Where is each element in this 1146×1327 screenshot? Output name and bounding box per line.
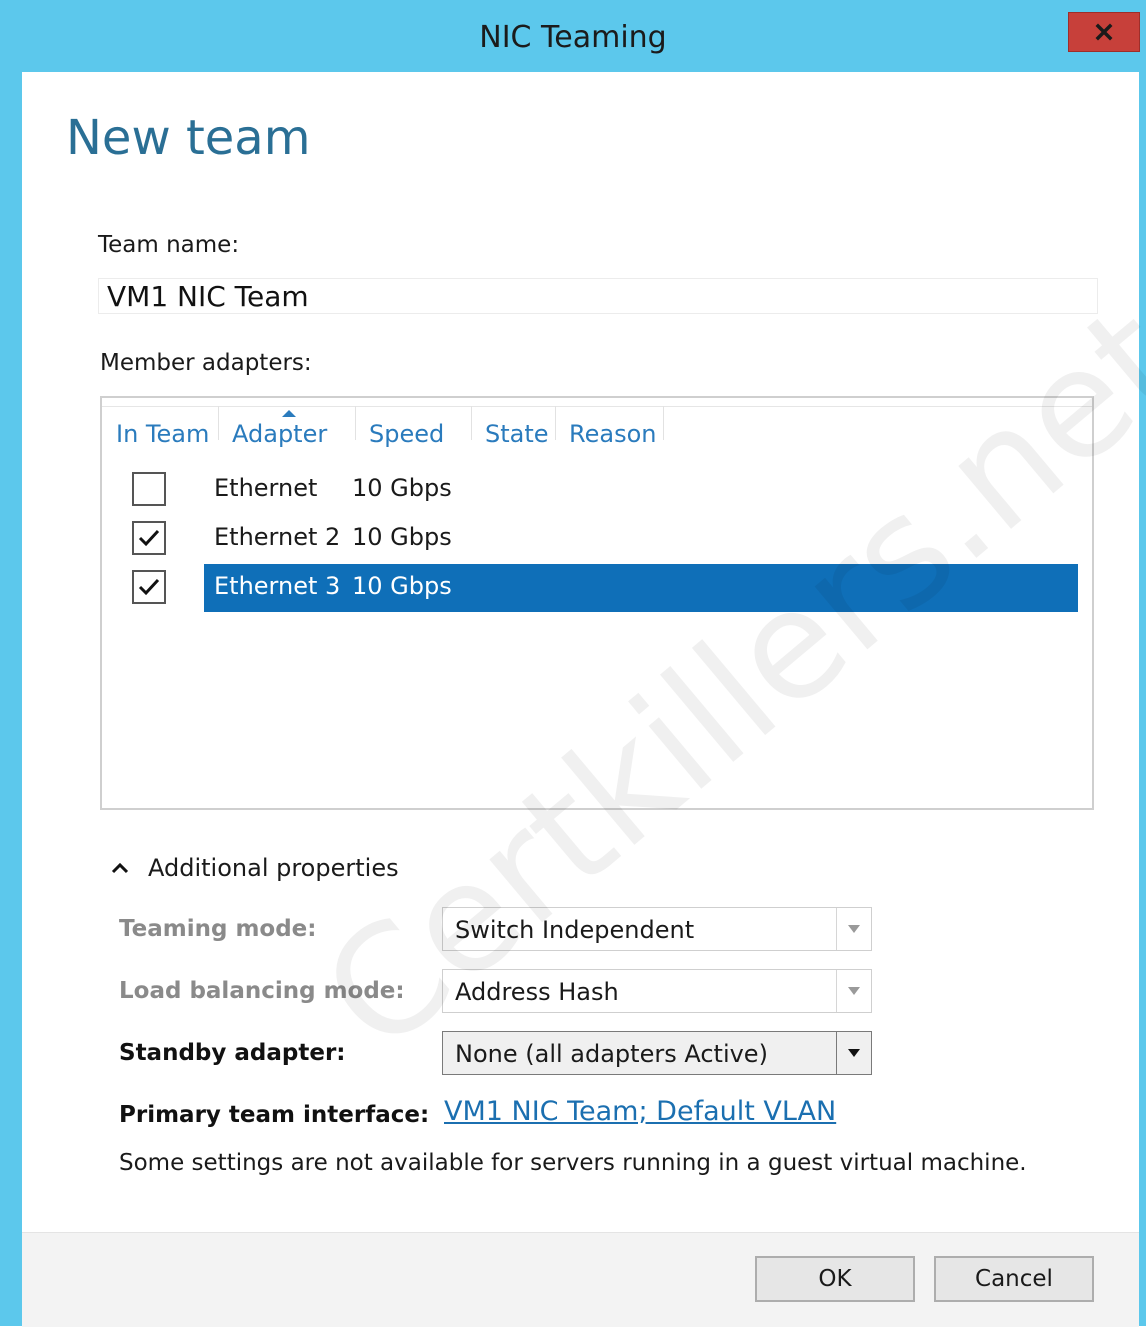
dropdown-arrow[interactable] — [836, 908, 871, 950]
adapter-name: Ethernet 3 — [214, 572, 341, 600]
adapter-name: Ethernet — [214, 474, 318, 502]
close-icon — [1095, 23, 1113, 41]
list-top-border — [102, 398, 1092, 407]
in-team-checkbox[interactable] — [132, 472, 166, 506]
column-header-speed[interactable]: Speed — [369, 420, 444, 448]
additional-properties-toggle[interactable]: Additional properties — [110, 854, 399, 882]
in-team-checkbox[interactable] — [132, 521, 166, 555]
adapter-speed: 10 Gbps — [352, 523, 452, 551]
table-row-selected[interactable]: Ethernet 3 10 Gbps — [102, 564, 1092, 612]
window-title: NIC Teaming — [479, 20, 667, 55]
teaming-mode-select[interactable]: Switch Independent — [442, 907, 872, 951]
dropdown-arrow[interactable] — [836, 1032, 871, 1074]
close-button[interactable] — [1068, 12, 1140, 52]
standby-adapter-label: Standby adapter: — [119, 1040, 346, 1066]
title-bar[interactable]: NIC Teaming — [0, 0, 1146, 72]
primary-team-interface-label: Primary team interface: — [119, 1102, 430, 1128]
column-header-reason[interactable]: Reason — [569, 420, 656, 448]
ok-button[interactable]: OK — [755, 1256, 915, 1302]
team-name-value: VM1 NIC Team — [107, 279, 309, 313]
checkmark-icon — [138, 578, 160, 596]
guest-vm-note: Some settings are not available for serv… — [119, 1150, 1027, 1176]
member-adapters-list[interactable]: In Team Adapter Speed State Reason Ether… — [100, 396, 1094, 810]
teaming-mode-label: Teaming mode: — [119, 916, 317, 942]
team-name-label: Team name: — [98, 232, 240, 258]
table-row[interactable]: Ethernet 10 Gbps — [102, 466, 1092, 512]
column-separator — [355, 406, 356, 440]
chevron-down-icon — [848, 987, 860, 995]
load-balancing-mode-value: Address Hash — [455, 978, 619, 1006]
adapter-speed: 10 Gbps — [352, 474, 452, 502]
adapter-speed: 10 Gbps — [352, 572, 452, 600]
column-header-adapter[interactable]: Adapter — [232, 420, 327, 448]
chevron-down-icon — [848, 1049, 860, 1057]
column-separator — [555, 406, 556, 440]
nic-teaming-window: NIC Teaming New team Team name: VM1 NIC … — [0, 0, 1146, 1327]
column-separator — [218, 406, 219, 440]
standby-adapter-value: None (all adapters Active) — [455, 1040, 768, 1068]
dialog-content: New team Team name: VM1 NIC Team Member … — [22, 72, 1146, 1327]
standby-adapter-select[interactable]: None (all adapters Active) — [442, 1031, 872, 1075]
dropdown-arrow[interactable] — [836, 970, 871, 1012]
column-header-in-team[interactable]: In Team — [116, 420, 209, 448]
sort-ascending-icon — [282, 410, 296, 417]
load-balancing-mode-select[interactable]: Address Hash — [442, 969, 872, 1013]
table-row[interactable]: Ethernet 2 10 Gbps — [102, 515, 1092, 561]
member-adapters-label: Member adapters: — [100, 350, 312, 376]
teaming-mode-value: Switch Independent — [455, 916, 695, 944]
chevron-down-icon — [848, 925, 860, 933]
load-balancing-mode-label: Load balancing mode: — [119, 978, 405, 1004]
team-name-input[interactable]: VM1 NIC Team — [98, 278, 1098, 314]
adapter-name: Ethernet 2 — [214, 523, 341, 551]
cancel-button[interactable]: Cancel — [934, 1256, 1094, 1302]
in-team-checkbox[interactable] — [132, 570, 166, 604]
column-separator — [471, 406, 472, 440]
additional-properties-label: Additional properties — [148, 854, 399, 882]
column-separator — [663, 406, 664, 440]
checkmark-icon — [138, 529, 160, 547]
primary-team-interface-link[interactable]: VM1 NIC Team; Default VLAN — [444, 1096, 836, 1127]
page-title: New team — [66, 110, 311, 166]
column-header-state[interactable]: State — [485, 420, 549, 448]
chevron-up-icon — [111, 862, 129, 874]
